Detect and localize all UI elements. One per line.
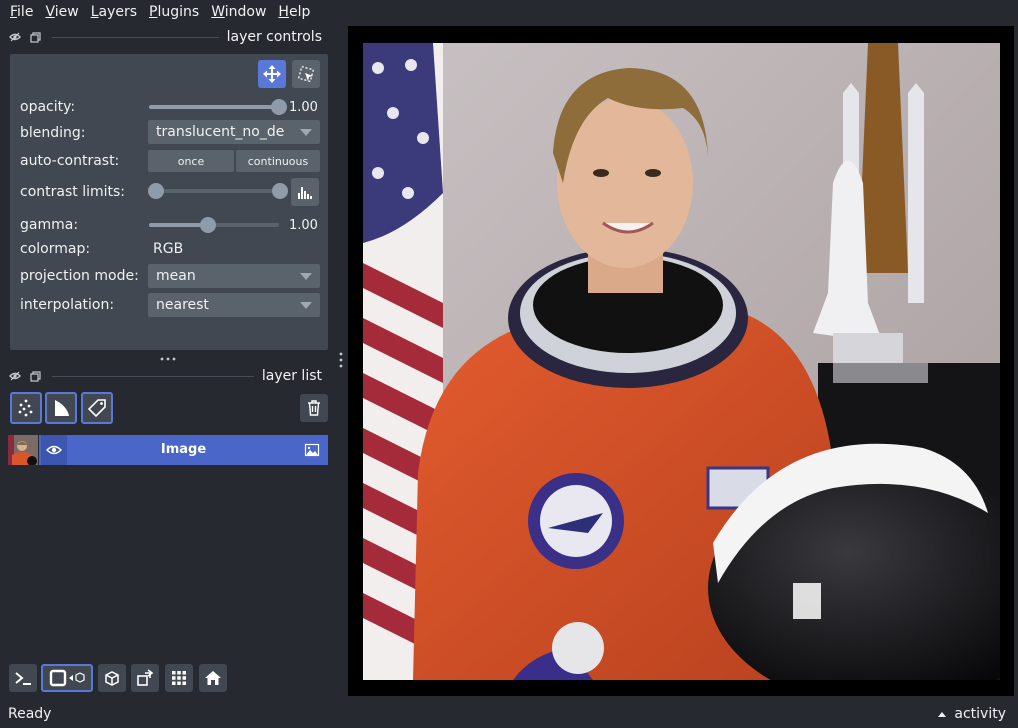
gamma-label: gamma: bbox=[20, 217, 79, 233]
auto-contrast-once-button[interactable]: once bbox=[148, 150, 234, 172]
contrast-limits-slider[interactable] bbox=[148, 183, 288, 199]
gamma-slider-fill bbox=[149, 223, 208, 227]
visibility-toggle[interactable] bbox=[41, 435, 67, 465]
interpolation-value: nearest bbox=[156, 297, 209, 313]
astronaut-image bbox=[363, 43, 1000, 680]
transpose-dimensions-button[interactable] bbox=[131, 664, 159, 692]
pan-zoom-button[interactable] bbox=[258, 60, 286, 88]
shapes-icon bbox=[55, 400, 69, 416]
layer-row[interactable]: Image bbox=[8, 435, 328, 465]
colormap-label: colormap: bbox=[20, 241, 91, 257]
layer-list-header: layer list bbox=[8, 364, 326, 388]
status-bar: Ready activity bbox=[0, 702, 1018, 728]
reset-view-button[interactable] bbox=[199, 664, 227, 692]
new-labels-layer-button[interactable] bbox=[81, 392, 113, 424]
delete-layer-button[interactable] bbox=[300, 394, 328, 422]
grid-icon bbox=[172, 671, 186, 685]
transform-button[interactable] bbox=[292, 60, 320, 88]
trash-icon bbox=[308, 400, 320, 416]
menu-plugins[interactable]: Plugins bbox=[143, 0, 205, 24]
float-dock-icon[interactable] bbox=[28, 369, 42, 383]
opacity-value: 1.00 bbox=[289, 100, 318, 115]
layer-controls-header: layer controls bbox=[8, 25, 326, 49]
header-divider bbox=[52, 375, 254, 377]
opacity-slider-fill bbox=[149, 105, 279, 109]
layer-name[interactable]: Image bbox=[79, 435, 288, 465]
auto-contrast-label: auto-contrast: bbox=[20, 153, 120, 169]
image-layer-icon bbox=[304, 442, 320, 462]
layer-item-selected[interactable]: Image bbox=[39, 435, 328, 465]
dock-splitter-handle[interactable] bbox=[158, 352, 178, 362]
square-2d-3d-icon bbox=[49, 669, 85, 687]
new-shapes-layer-button[interactable] bbox=[45, 392, 77, 424]
projection-mode-label: projection mode: bbox=[20, 268, 139, 284]
status-text: Ready bbox=[8, 706, 52, 722]
projection-mode-value: mean bbox=[156, 268, 196, 284]
contrast-limits-label: contrast limits: bbox=[20, 184, 125, 200]
menu-file[interactable]: File bbox=[4, 0, 39, 24]
auto-contrast-continuous-button[interactable]: continuous bbox=[236, 150, 320, 172]
terminal-icon bbox=[15, 672, 31, 685]
colormap-value: RGB bbox=[153, 241, 184, 257]
eye-icon[interactable] bbox=[8, 30, 22, 44]
opacity-label: opacity: bbox=[20, 99, 76, 115]
transpose-icon bbox=[137, 669, 154, 686]
layer-thumbnail bbox=[8, 435, 38, 465]
float-dock-icon[interactable] bbox=[28, 30, 42, 44]
chevron-down-icon bbox=[300, 273, 312, 280]
contrast-high-thumb[interactable] bbox=[272, 183, 288, 199]
gamma-value: 1.00 bbox=[289, 218, 318, 233]
move-arrows-icon bbox=[263, 65, 281, 83]
opacity-slider-thumb[interactable] bbox=[271, 99, 287, 115]
points-icon bbox=[18, 399, 33, 417]
menu-layers[interactable]: Layers bbox=[85, 0, 143, 24]
menu-bar: File View Layers Plugins Window Help bbox=[0, 0, 1018, 24]
projection-mode-select[interactable]: mean bbox=[148, 264, 320, 288]
activity-button[interactable]: activity bbox=[938, 706, 1006, 722]
roll-dimensions-button[interactable] bbox=[98, 664, 126, 692]
transform-icon bbox=[297, 65, 315, 83]
histogram-icon bbox=[298, 187, 312, 199]
blending-select[interactable]: translucent_no_de bbox=[148, 120, 320, 144]
interpolation-select[interactable]: nearest bbox=[148, 293, 320, 317]
menu-view[interactable]: View bbox=[39, 0, 84, 24]
new-points-layer-button[interactable] bbox=[10, 392, 42, 424]
grid-mode-button[interactable] bbox=[165, 664, 193, 692]
layer-list-title: layer list bbox=[261, 368, 322, 384]
opacity-slider[interactable] bbox=[149, 99, 287, 115]
eye-icon bbox=[46, 445, 62, 455]
chevron-down-icon bbox=[300, 129, 312, 136]
interpolation-label: interpolation: bbox=[20, 297, 115, 313]
histogram-button[interactable] bbox=[291, 178, 319, 206]
eye-icon[interactable] bbox=[8, 369, 22, 383]
caret-up-icon bbox=[938, 711, 947, 717]
activity-label[interactable]: activity bbox=[954, 706, 1006, 722]
menu-window[interactable]: Window bbox=[205, 0, 272, 24]
console-button[interactable] bbox=[9, 664, 37, 692]
header-divider bbox=[52, 36, 219, 38]
blending-label: blending: bbox=[20, 125, 86, 141]
gamma-slider[interactable] bbox=[149, 217, 279, 233]
vertical-splitter-handle[interactable] bbox=[336, 350, 346, 372]
ndisplay-button[interactable] bbox=[41, 664, 93, 692]
blending-value: translucent_no_de bbox=[156, 124, 285, 140]
label-tag-icon bbox=[87, 399, 106, 418]
cube-roll-icon bbox=[105, 671, 119, 686]
gamma-slider-thumb[interactable] bbox=[199, 217, 216, 233]
layer-controls-panel: opacity: 1.00 blending: translucent_no_d… bbox=[10, 54, 328, 350]
chevron-down-icon bbox=[300, 302, 312, 309]
menu-help[interactable]: Help bbox=[272, 0, 316, 24]
home-icon bbox=[205, 671, 221, 685]
layer-controls-title: layer controls bbox=[226, 29, 322, 45]
contrast-low-thumb[interactable] bbox=[148, 183, 164, 199]
